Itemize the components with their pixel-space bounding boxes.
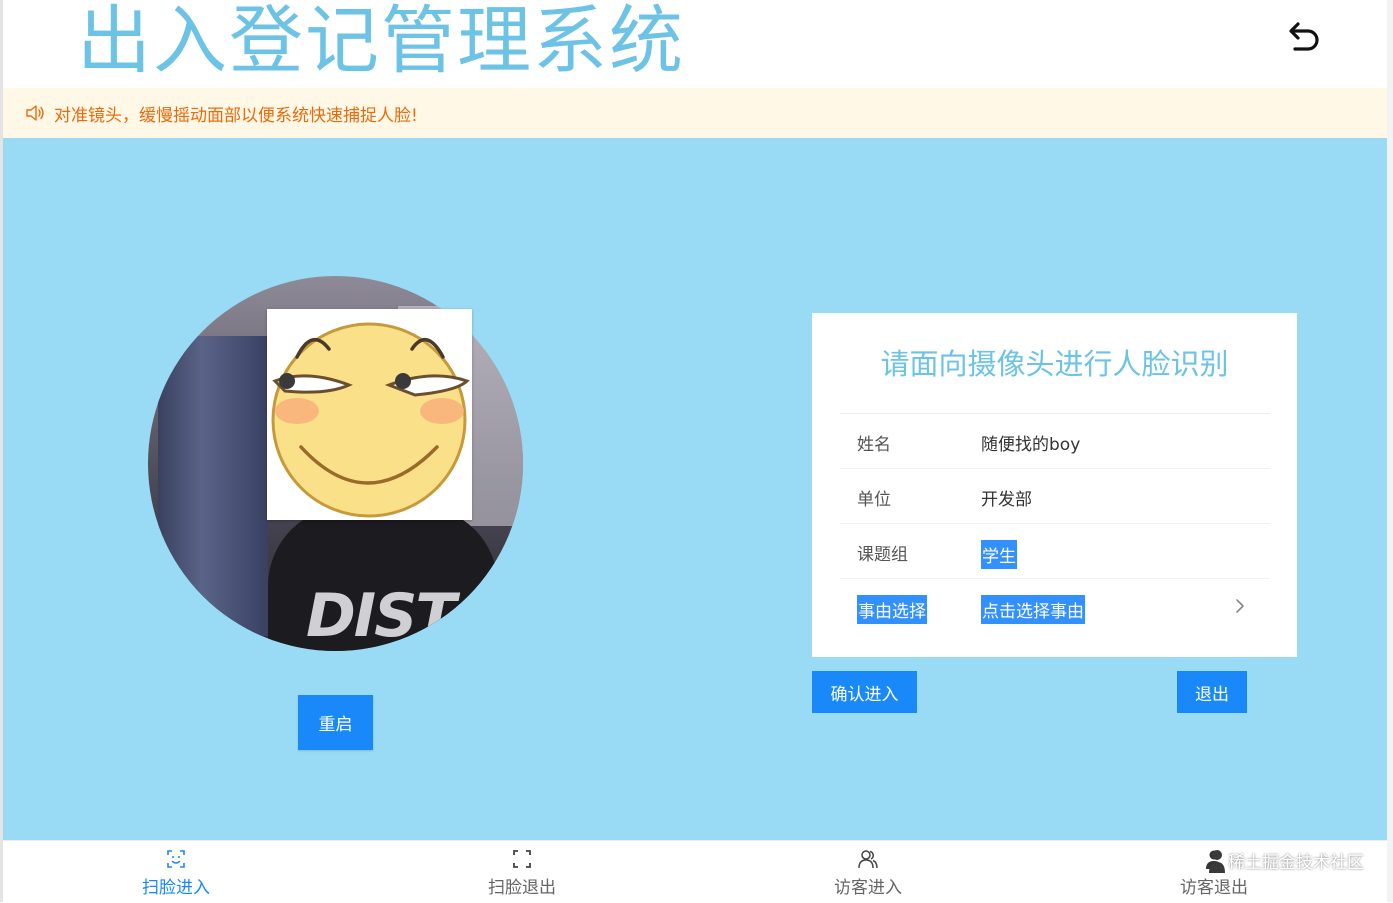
field-value: 开发部	[981, 490, 1032, 510]
bottom-tabbar: 扫脸进入 扫脸退出 访客进入 访客退出	[3, 840, 1387, 903]
field-label: 姓名	[857, 435, 891, 455]
field-value: 学生	[981, 540, 1017, 569]
volume-icon	[26, 105, 44, 121]
card-title: 请面向摄像头进行人脸识别	[880, 347, 1229, 381]
smirk-emoji-icon	[271, 322, 470, 518]
notice-text: 对准镜头，缓慢摇动面部以便系统快速捕捉人脸!	[54, 105, 418, 126]
app-header: 出入登记管理系统	[3, 0, 1387, 88]
chevron-right-icon	[1236, 599, 1244, 613]
tab-label: 扫脸进入	[142, 878, 210, 898]
page-title: 出入登记管理系统	[77, 0, 685, 84]
field-label: 课题组	[857, 545, 908, 565]
face-scan-icon	[167, 850, 185, 868]
watermark-user-icon	[1209, 849, 1225, 873]
reason-picker[interactable]: 事由选择 点击选择事由	[840, 579, 1270, 634]
notice-bar: 对准镜头，缓慢摇动面部以便系统快速捕捉人脸!	[3, 88, 1387, 138]
tab-label: 访客退出	[1180, 878, 1248, 898]
field-name: 姓名 随便找的boy	[840, 414, 1270, 469]
info-card: 请面向摄像头进行人脸识别 姓名 随便找的boy 单位 开发部 课题组 学生 事由…	[812, 313, 1297, 657]
reason-placeholder[interactable]: 点击选择事由	[981, 595, 1085, 624]
watermark-text: 稀土掘金技术社区	[1228, 853, 1364, 873]
field-value: 随便找的boy	[981, 435, 1081, 455]
watermark: 稀土掘金技术社区	[1208, 848, 1364, 873]
confirm-entry-button[interactable]: 确认进入	[812, 671, 917, 713]
tab-visitor-entry[interactable]: 访客进入	[695, 841, 1041, 903]
main-area: DIST 重启 请面向摄像头进行人脸识别 姓名 随便找的boy 单位 开发部 课…	[3, 138, 1387, 840]
tab-face-entry[interactable]: 扫脸进入	[3, 841, 349, 903]
camera-curtain	[158, 336, 268, 636]
scan-frame-icon	[513, 850, 531, 868]
friends-icon	[858, 850, 878, 869]
tab-label: 访客进入	[834, 878, 902, 898]
restart-button[interactable]: 重启	[298, 695, 373, 750]
back-arrow-icon[interactable]	[1281, 16, 1321, 56]
face-mask-emoji	[267, 309, 472, 520]
field-label: 单位	[857, 490, 891, 510]
field-department: 单位 开发部	[840, 469, 1270, 524]
tab-label: 扫脸退出	[488, 878, 556, 898]
field-group: 课题组 学生	[840, 524, 1270, 579]
field-label: 事由选择	[857, 595, 927, 624]
window-scrollbar[interactable]	[1386, 0, 1393, 902]
exit-button[interactable]: 退出	[1177, 671, 1247, 713]
tab-face-exit[interactable]: 扫脸退出	[349, 841, 695, 903]
shirt-print: DIST	[306, 581, 456, 651]
